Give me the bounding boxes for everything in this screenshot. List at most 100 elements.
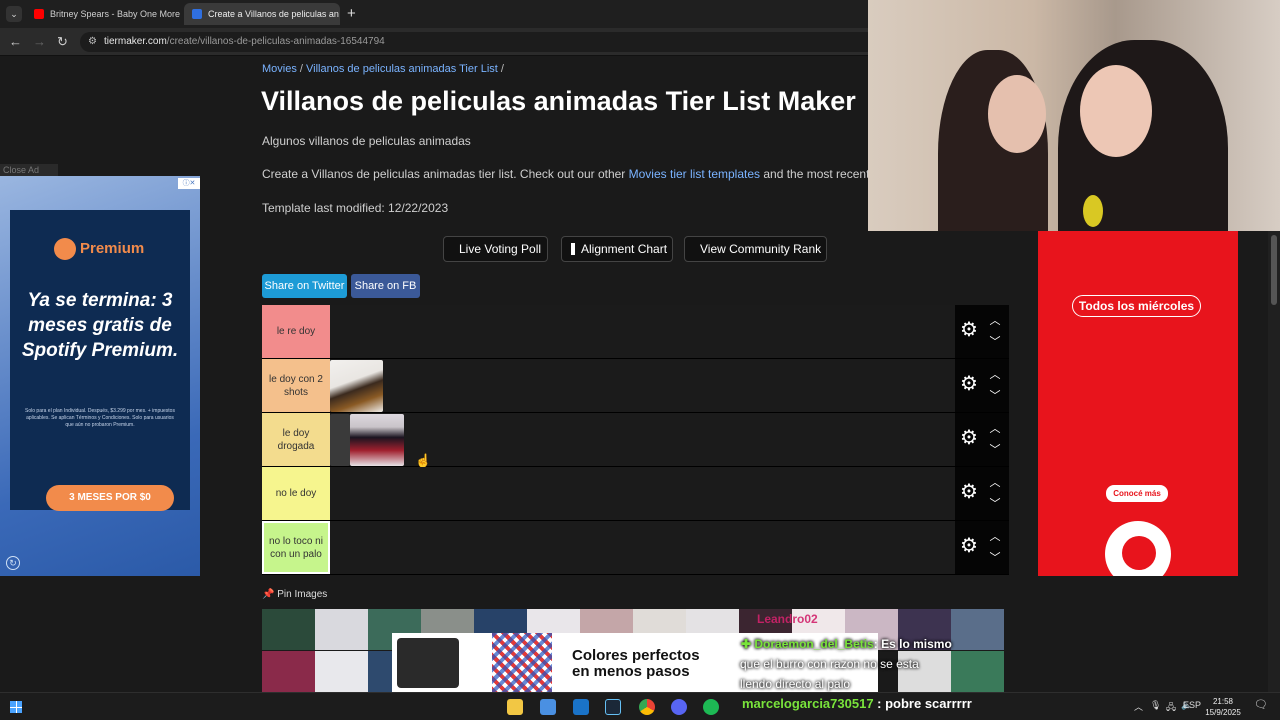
- image-bank-item[interactable]: [951, 651, 1004, 692]
- scrollbar-thumb[interactable]: [1271, 235, 1277, 305]
- ad-fine-print: Solo para el plan Individual. Después, $…: [25, 408, 175, 428]
- tab-title: Create a Villanos de peliculas an: [208, 9, 339, 19]
- banner-lines: [492, 633, 552, 692]
- tier-item-villain[interactable]: [330, 414, 350, 466]
- chrome-icon[interactable]: [639, 699, 655, 715]
- tier-row: no lo toco ni con un palo ⚙ ︿ ﹀: [262, 521, 1009, 575]
- chevron-up-icon[interactable]: ︿: [989, 316, 1001, 327]
- close-ad-button[interactable]: Close Ad: [0, 164, 58, 176]
- tier-label[interactable]: le re doy: [262, 305, 330, 358]
- ad-choices-icon[interactable]: ⓘ✕: [178, 178, 200, 189]
- tier-label[interactable]: le doy drogada: [262, 413, 330, 466]
- discord-icon[interactable]: [671, 699, 687, 715]
- spotify-taskbar-icon[interactable]: [703, 699, 719, 715]
- image-bank-item[interactable]: [315, 609, 368, 650]
- refresh-icon[interactable]: ↻: [6, 556, 20, 570]
- notification-icon[interactable]: 🗨: [1254, 698, 1268, 711]
- banner-line1: Colores perfectos: [572, 647, 700, 664]
- clock[interactable]: 21:58 15/9/2025: [1200, 696, 1246, 718]
- reload-icon[interactable]: ↻: [57, 34, 68, 50]
- alignment-chart-label: Alignment Chart: [581, 242, 668, 256]
- outlook-icon[interactable]: [573, 699, 589, 715]
- movies-templates-link[interactable]: Movies tier list templates: [629, 167, 760, 181]
- ad-more-button[interactable]: Conocé más: [1106, 485, 1168, 502]
- tab-tiermaker[interactable]: Create a Villanos de peliculas an ✕: [184, 3, 340, 25]
- close-tab-icon[interactable]: ✕: [339, 9, 340, 20]
- tier-label[interactable]: no lo toco ni con un palo: [262, 521, 330, 574]
- url-domain: tiermaker.com: [104, 36, 167, 47]
- community-rank-label: View Community Rank: [700, 242, 822, 256]
- community-rank-button[interactable]: View Community Rank: [684, 236, 827, 262]
- share-twitter-button[interactable]: Share on Twitter: [262, 274, 347, 298]
- create-text-after: and the most recent user s: [763, 167, 872, 181]
- language-indicator[interactable]: ESP: [1183, 700, 1201, 710]
- tab-title: Britney Spears - Baby One More: [50, 9, 181, 19]
- chat-username: Doraemon_del_Betis: [754, 637, 874, 651]
- tab-list-chevron-icon[interactable]: ⌄: [6, 6, 22, 22]
- breadcrumb-tier-list[interactable]: Villanos de peliculas animadas Tier List: [306, 63, 498, 75]
- tier-list: le re doy ⚙ ︿ ﹀ le doy con 2 shots ⚙ ︿ ﹀…: [262, 305, 1009, 575]
- image-bank-item[interactable]: [262, 609, 315, 650]
- chevron-down-icon[interactable]: ﹀: [989, 391, 1001, 402]
- share-fb-button[interactable]: Share on FB: [351, 274, 420, 298]
- gear-icon[interactable]: ⚙: [959, 536, 979, 556]
- chevron-up-icon[interactable]: ︿: [989, 478, 1001, 489]
- url-input[interactable]: ⚙ tiermaker.com/create/villanos-de-pelic…: [80, 32, 880, 52]
- image-bank-item[interactable]: [951, 609, 1004, 650]
- tier-controls: ⚙ ︿ ﹀: [955, 521, 1009, 574]
- chevron-down-icon[interactable]: ﹀: [989, 445, 1001, 456]
- chevron-up-icon[interactable]: ︿: [989, 532, 1001, 543]
- tier-label[interactable]: le doy con 2 shots: [262, 359, 330, 412]
- chevron-down-icon[interactable]: ﹀: [989, 499, 1001, 510]
- breadcrumb-sep: /: [500, 63, 504, 75]
- store-icon[interactable]: [540, 699, 556, 715]
- breadcrumb-movies[interactable]: Movies: [262, 63, 297, 75]
- mic-icon[interactable]: 🎙: [1150, 700, 1161, 711]
- webcam-face-left: [988, 75, 1046, 153]
- chevron-up-icon[interactable]: ︿: [989, 424, 1001, 435]
- close-tab-icon[interactable]: ✕: [180, 9, 181, 20]
- new-tab-button[interactable]: +: [347, 5, 356, 22]
- chat-text: : pobre scarrrrr: [873, 696, 972, 711]
- chat-ghost-user: Leandro02: [757, 612, 818, 626]
- pin-images-toggle[interactable]: 📌 Pin Images: [262, 589, 327, 600]
- windows-start-icon[interactable]: [10, 701, 22, 713]
- ad-cta-button[interactable]: 3 MESES POR $0: [46, 485, 174, 511]
- back-icon[interactable]: ←: [9, 34, 22, 49]
- live-voting-button[interactable]: Live Voting Poll: [443, 236, 548, 262]
- tier-item-scar[interactable]: [330, 360, 383, 412]
- tier-item-jafar[interactable]: [350, 414, 404, 466]
- ad-santander[interactable]: Todos los miércoles Conocé más: [1038, 231, 1238, 576]
- tier-label[interactable]: no le doy: [262, 467, 330, 520]
- gear-icon[interactable]: ⚙: [959, 320, 979, 340]
- chevron-up-icon[interactable]: ︿: [1134, 700, 1143, 713]
- page-scrollbar[interactable]: [1268, 231, 1280, 692]
- page-title: Villanos de peliculas animadas Tier List…: [261, 86, 856, 116]
- image-bank-item[interactable]: [262, 651, 315, 692]
- tab-youtube[interactable]: Britney Spears - Baby One More ✕: [26, 3, 181, 25]
- ad-spotify-panel: Premium Ya se termina: 3 meses gratis de…: [10, 210, 190, 511]
- gear-icon[interactable]: ⚙: [959, 374, 979, 394]
- site-info-icon[interactable]: ⚙: [88, 32, 97, 52]
- file-explorer-icon[interactable]: [507, 699, 523, 715]
- chat-line: llendo directo al palo: [740, 677, 851, 691]
- breadcrumb: Movies / Villanos de peliculas animadas …: [262, 63, 504, 75]
- network-icon[interactable]: 🖧: [1166, 700, 1176, 716]
- tiermaker-icon: [192, 9, 202, 19]
- steam-icon[interactable]: [605, 699, 621, 715]
- chevron-down-icon[interactable]: ﹀: [989, 553, 1001, 564]
- chevron-up-icon[interactable]: ︿: [989, 370, 1001, 381]
- youtube-icon: [34, 9, 44, 19]
- live-voting-label: Live Voting Poll: [459, 242, 542, 256]
- ad-spotify[interactable]: ⓘ✕ Premium Ya se termina: 3 meses gratis…: [0, 176, 200, 576]
- taskbar-chat-message: marcelogarcia730517 : pobre scarrrrr: [742, 696, 972, 711]
- alignment-chart-button[interactable]: Alignment Chart: [561, 236, 673, 262]
- banner-palette-icon: [397, 638, 459, 688]
- page-description: Algunos villanos de peliculas animadas: [262, 134, 471, 148]
- tier-row: le re doy ⚙ ︿ ﹀: [262, 305, 1009, 359]
- gear-icon[interactable]: ⚙: [959, 428, 979, 448]
- gear-icon[interactable]: ⚙: [959, 482, 979, 502]
- forward-icon[interactable]: →: [33, 34, 46, 49]
- image-bank-item[interactable]: [315, 651, 368, 692]
- chevron-down-icon[interactable]: ﹀: [989, 337, 1001, 348]
